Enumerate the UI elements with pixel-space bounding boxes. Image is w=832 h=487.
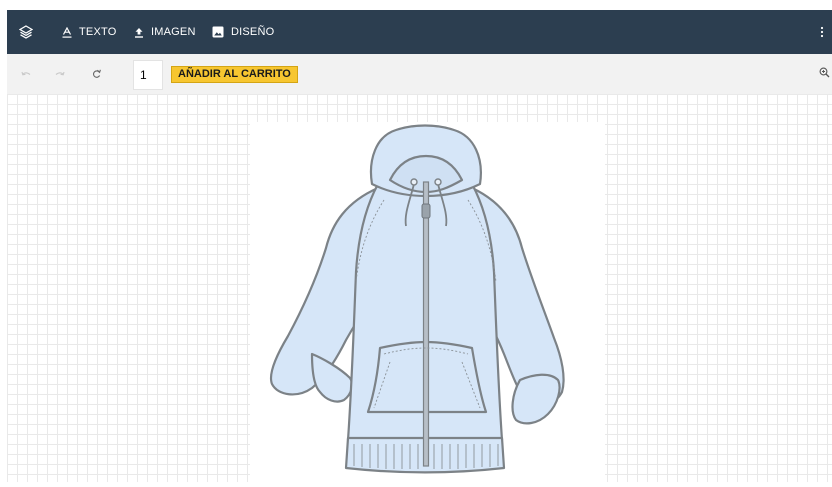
text-button[interactable]: TEXTO — [62, 10, 116, 54]
design-button[interactable]: DISEÑO — [212, 10, 274, 54]
redo-button[interactable] — [53, 67, 67, 81]
design-canvas[interactable] — [7, 94, 832, 482]
zoom-in-icon — [819, 67, 830, 78]
design-button-label: DISEÑO — [231, 26, 275, 38]
text-format-icon — [62, 26, 72, 38]
action-bar: AÑADIR AL CARRITO — [7, 54, 832, 94]
add-to-cart-button[interactable]: AÑADIR AL CARRITO — [171, 66, 298, 83]
refresh-icon — [92, 69, 101, 78]
product-area[interactable] — [250, 122, 605, 482]
upload-icon — [135, 27, 143, 38]
undo-icon — [21, 71, 31, 76]
redo-icon — [55, 71, 65, 76]
hoodie-image — [269, 124, 565, 474]
layers-button[interactable] — [19, 10, 40, 54]
design-library-icon — [212, 26, 224, 38]
undo-button[interactable] — [19, 67, 33, 81]
image-button-label: IMAGEN — [151, 26, 196, 38]
image-button[interactable]: IMAGEN — [134, 10, 196, 54]
more-options-button[interactable] — [820, 10, 824, 54]
main-toolbar: TEXTO IMAGEN DISEÑO — [7, 10, 832, 54]
zoom-button[interactable] — [819, 65, 830, 83]
layers-icon — [19, 25, 33, 39]
quantity-input[interactable] — [133, 60, 163, 90]
text-button-label: TEXTO — [79, 26, 117, 38]
more-vert-icon — [820, 26, 824, 38]
refresh-button[interactable] — [89, 67, 103, 81]
